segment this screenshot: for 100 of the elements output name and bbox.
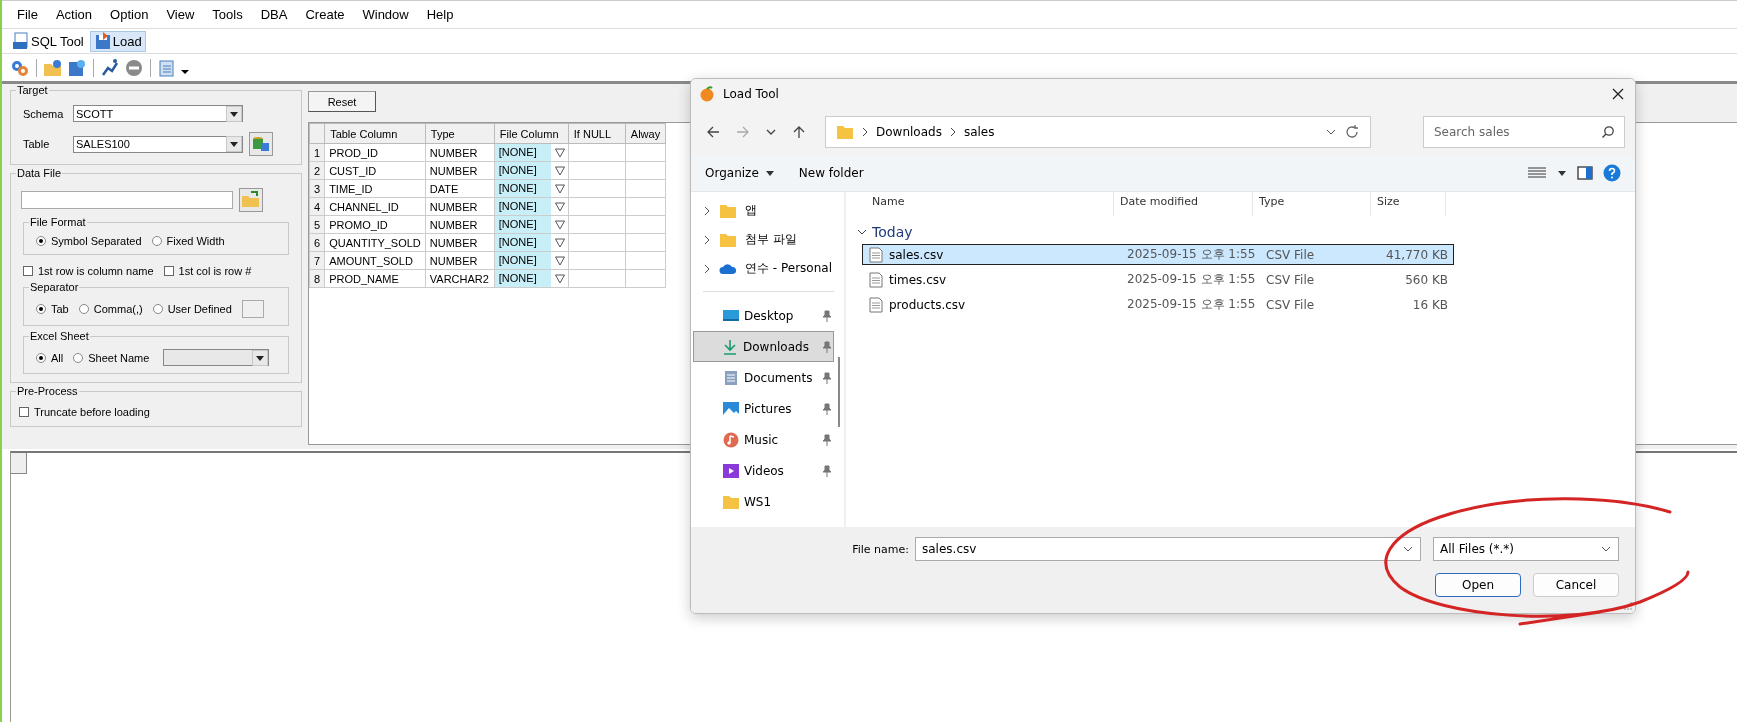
scrollbar-thumb[interactable]: [838, 357, 840, 427]
dropdown-cell[interactable]: [NONE]: [494, 234, 551, 251]
menu-item[interactable]: Help: [417, 7, 463, 22]
open-folder-icon[interactable]: [239, 188, 263, 212]
nav-item[interactable]: Documents: [691, 362, 834, 393]
menu-item[interactable]: Window: [353, 7, 418, 22]
nav-item[interactable]: 앱: [745, 202, 757, 219]
file-name-field[interactable]: sales.csv: [915, 537, 1421, 561]
reset-button[interactable]: Reset: [308, 91, 376, 112]
caret-icon[interactable]: [1557, 168, 1567, 178]
dropdown-triangle-icon[interactable]: [554, 237, 565, 248]
file-path-field[interactable]: [21, 191, 233, 209]
cancel-button[interactable]: Cancel: [1533, 573, 1619, 597]
menu-item[interactable]: View: [157, 7, 204, 22]
column-header[interactable]: Type: [1253, 192, 1371, 216]
tab[interactable]: SQL Tool: [8, 30, 88, 52]
radio-button[interactable]: [152, 304, 163, 314]
search-icon[interactable]: [1601, 125, 1615, 139]
checkbox[interactable]: [163, 266, 174, 276]
dropdown-triangle-icon[interactable]: [554, 273, 565, 284]
column-header[interactable]: Alway: [625, 123, 666, 144]
menu-item[interactable]: Tools: [203, 7, 252, 22]
dropdown-triangle-icon[interactable]: [554, 255, 565, 266]
dropdown-cell[interactable]: [NONE]: [494, 162, 551, 179]
file-row[interactable]: sales.csv 2025-09-15 오후 1:55 CSV File 41,770 KB: [862, 244, 1454, 265]
database-swap-icon[interactable]: [249, 132, 273, 156]
nav-item[interactable]: Videos: [691, 455, 834, 486]
pin-icon[interactable]: [821, 433, 833, 446]
nav-item[interactable]: WS1: [691, 486, 834, 517]
organize-menu[interactable]: Organize: [705, 166, 775, 180]
tab[interactable]: Load: [89, 30, 146, 52]
dropdown-triangle-icon[interactable]: [554, 183, 565, 194]
column-header[interactable]: Date modified: [1114, 192, 1253, 216]
dropdown-cell[interactable]: [NONE]: [494, 180, 551, 197]
radio-button[interactable]: [73, 352, 84, 363]
menu-item[interactable]: Option: [101, 7, 158, 22]
file-row[interactable]: times.csv 2025-09-15 오후 1:55 CSV File 560 KB: [862, 269, 1454, 290]
radio-button[interactable]: [151, 236, 162, 246]
dropdown-cell[interactable]: [NONE]: [494, 144, 551, 161]
file-type-dropdown[interactable]: All Files (*.*): [1433, 537, 1619, 561]
menu-item[interactable]: DBA: [251, 7, 297, 22]
nav-item[interactable]: Pictures: [691, 393, 834, 424]
help-icon[interactable]: [1603, 164, 1621, 182]
file-row[interactable]: products.csv 2025-09-15 오후 1:55 CSV File 16 KB: [862, 294, 1454, 315]
refresh-icon[interactable]: [1344, 124, 1360, 140]
menu-item[interactable]: Action: [46, 7, 102, 22]
chevron-right-icon[interactable]: [703, 204, 711, 217]
dropdown-arrow-icon[interactable]: [226, 105, 242, 122]
dropdown-triangle-icon[interactable]: [554, 147, 565, 158]
column-header[interactable]: File Column: [494, 123, 569, 144]
clipboard-icon[interactable]: [157, 57, 177, 78]
breadcrumb-item[interactable]: sales: [963, 125, 995, 139]
breadcrumb-item[interactable]: Downloads: [876, 125, 942, 139]
nav-item[interactable]: Music: [691, 424, 834, 455]
list-view-icon[interactable]: [1527, 166, 1547, 180]
checkbox[interactable]: [23, 266, 33, 276]
pin-icon[interactable]: [821, 402, 833, 415]
checkbox[interactable]: [19, 407, 29, 417]
chevron-right-icon[interactable]: [703, 262, 711, 275]
menu-item[interactable]: Create: [296, 7, 354, 22]
column-header[interactable]: Table Column: [324, 123, 426, 144]
up-arrow-icon[interactable]: [791, 124, 807, 140]
search-field[interactable]: Search sales: [1423, 116, 1625, 148]
column-header[interactable]: If NULL: [568, 123, 626, 144]
table-dropdown[interactable]: SALES100: [73, 135, 243, 153]
open-button[interactable]: Open: [1435, 573, 1521, 597]
nav-item[interactable]: Downloads: [693, 331, 834, 362]
column-header[interactable]: Name: [854, 192, 1114, 216]
dropdown-cell[interactable]: [NONE]: [494, 198, 551, 215]
address-bar[interactable]: Downloads sales: [825, 116, 1371, 148]
preview-pane-icon[interactable]: [1577, 166, 1593, 180]
radio-button[interactable]: [36, 352, 46, 363]
pin-icon[interactable]: [821, 464, 833, 477]
radio-button[interactable]: [36, 304, 46, 314]
pin-icon[interactable]: [821, 340, 833, 353]
dropdown-cell[interactable]: [NONE]: [494, 270, 551, 287]
column-header[interactable]: Type: [425, 123, 495, 144]
back-arrow-icon[interactable]: [705, 124, 721, 140]
dropdown-triangle-icon[interactable]: [554, 201, 565, 212]
dropdown-triangle-icon[interactable]: [554, 165, 565, 176]
close-icon[interactable]: [1611, 87, 1625, 101]
dropdown-arrow-icon[interactable]: [226, 136, 242, 152]
picture-icon: [722, 400, 740, 417]
radio-button[interactable]: [78, 304, 89, 314]
pin-icon[interactable]: [821, 371, 833, 384]
stop-icon[interactable]: [124, 57, 144, 78]
chevron-right-icon[interactable]: [703, 233, 711, 246]
nav-item[interactable]: Desktop: [691, 300, 834, 331]
radio-button[interactable]: [36, 236, 46, 246]
column-header[interactable]: Size: [1371, 192, 1446, 216]
dropdown-cell[interactable]: [NONE]: [494, 252, 551, 269]
dropdown-triangle-icon[interactable]: [554, 219, 565, 230]
dropdown-cell[interactable]: [NONE]: [494, 216, 551, 233]
nav-item[interactable]: 연수 - Personal: [745, 260, 832, 277]
pin-icon[interactable]: [821, 309, 833, 322]
delimiter-field[interactable]: [241, 300, 264, 318]
new-folder-button[interactable]: New folder: [798, 166, 864, 180]
menu-item[interactable]: File: [8, 7, 47, 22]
nav-item[interactable]: 첨부 파일: [745, 231, 797, 248]
schema-dropdown[interactable]: SCOTT: [73, 105, 243, 122]
